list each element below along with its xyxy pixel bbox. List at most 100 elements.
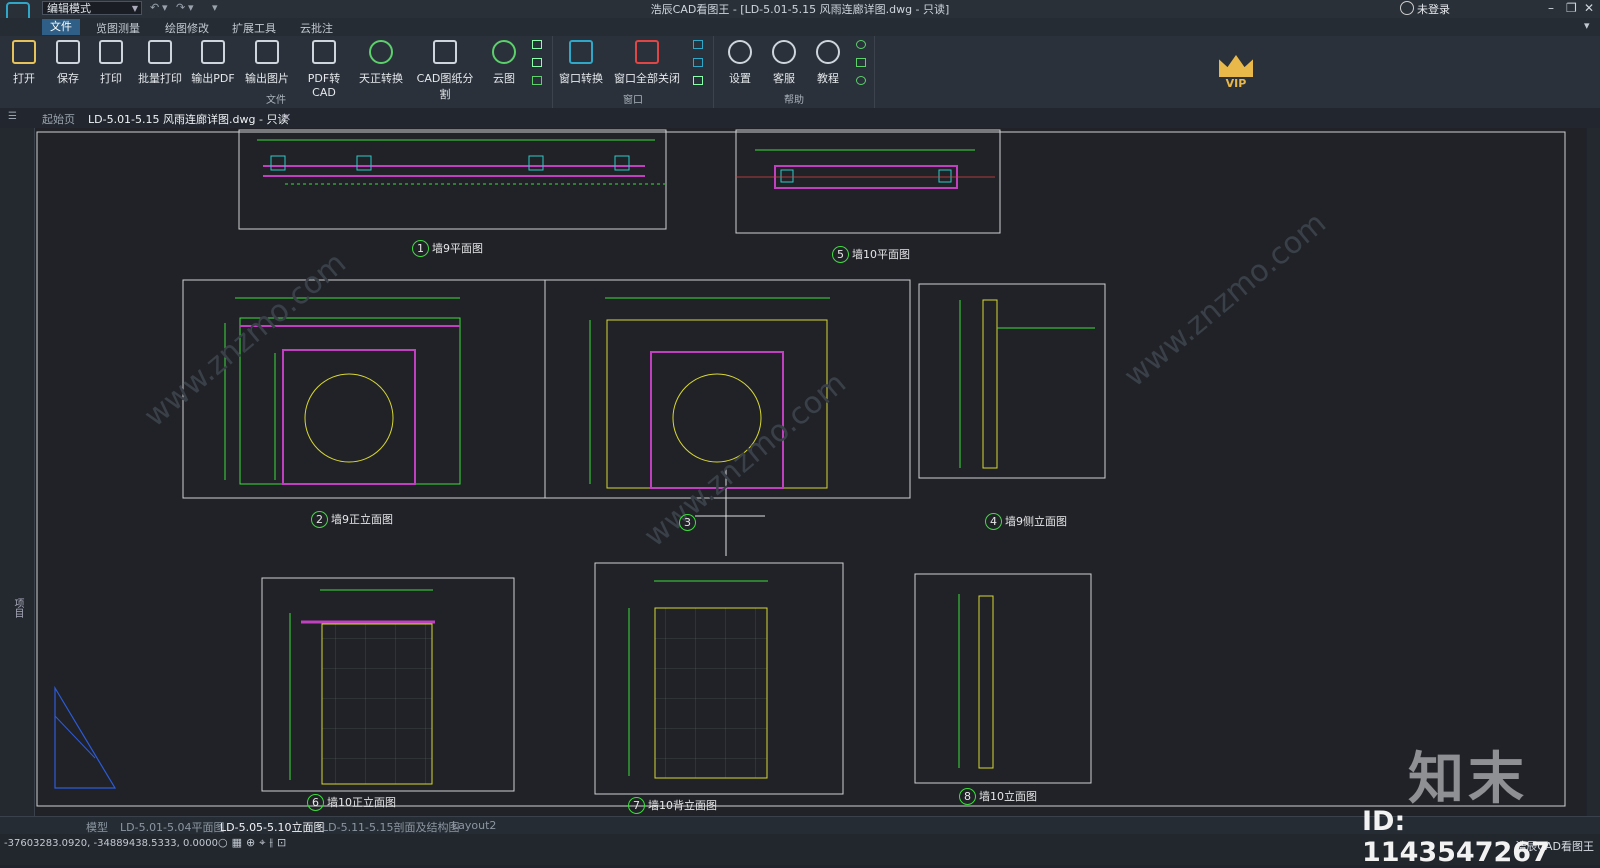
view-number: 1 — [412, 240, 429, 257]
file-small-icon[interactable] — [532, 40, 542, 49]
layout-tabs: 模型 LD-5.01-5.04平面图 LD-5.05-5.10立面图 LD-5.… — [0, 816, 1600, 835]
close-tab-icon[interactable]: ✕ — [282, 111, 291, 124]
view-number: 2 — [311, 511, 328, 528]
pdf-cad-icon — [312, 40, 336, 64]
open-button[interactable]: 打开 — [6, 40, 42, 86]
layout-tab-layout2[interactable]: Layout2 — [452, 819, 496, 832]
help-group-label: 帮助 — [784, 95, 804, 106]
vip-badge[interactable]: VIP — [1217, 55, 1255, 99]
close-window-icon — [635, 40, 659, 64]
support-button[interactable]: 客服 — [766, 40, 802, 86]
view-number: 5 — [832, 246, 849, 263]
vertical-scrollbar[interactable] — [1587, 128, 1600, 836]
print-button[interactable]: 打印 — [93, 40, 129, 86]
settings-label: 设置 — [729, 72, 751, 85]
tab-start-page[interactable]: 起始页 — [42, 111, 75, 127]
cascade-icon[interactable] — [693, 76, 703, 85]
view-title: 墙9正立面图 — [331, 513, 393, 526]
close-all-windows-button[interactable]: 窗口全部关闭 — [611, 40, 683, 86]
export-small-icon[interactable] — [532, 76, 542, 85]
tile-horizontal-icon[interactable] — [693, 58, 703, 67]
save-button[interactable]: 保存 — [50, 40, 86, 86]
menu-extensions[interactable]: 扩展工具 — [232, 20, 276, 36]
minimize-icon[interactable]: – — [1548, 1, 1554, 15]
menu-cloud-annotation[interactable]: 云批注 — [300, 20, 333, 36]
view-caption-7: 7 墙10背立面图 — [628, 797, 717, 814]
view-number: 6 — [307, 794, 324, 811]
export-image-label: 输出图片 — [245, 72, 289, 85]
view-number: 4 — [985, 513, 1002, 530]
view-caption-2: 2 墙9正立面图 — [311, 511, 393, 528]
watermark-diagonal: www.znzmo.com — [1118, 206, 1333, 395]
view-caption-3: 3 — [679, 514, 699, 531]
layout-tab-model[interactable]: 模型 — [86, 819, 108, 835]
cad-drawing: www.znzmo.com www.znzmo.com www.znzmo.co… — [36, 129, 1566, 807]
batch-printer-icon — [148, 40, 172, 64]
tile-vertical-icon[interactable] — [693, 40, 703, 49]
view-title: 墙10正立面图 — [327, 796, 396, 809]
question-icon — [816, 40, 840, 64]
restore-icon[interactable]: ❐ — [1566, 1, 1577, 15]
export-image-button[interactable]: 输出图片 — [243, 40, 291, 86]
view-title: 墙10平面图 — [852, 248, 910, 261]
chevron-down-icon[interactable]: ▾ — [1584, 19, 1590, 32]
crown-icon — [1219, 55, 1253, 77]
watermark-diagonal: www.znzmo.com — [138, 246, 353, 435]
login-label: 未登录 — [1417, 3, 1450, 16]
view-caption-4: 4 墙9侧立面图 — [985, 513, 1067, 530]
export-pdf-button[interactable]: 输出PDF — [191, 40, 235, 86]
tutorial-button[interactable]: 教程 — [810, 40, 846, 86]
view-title: 墙10立面图 — [979, 790, 1037, 803]
view-title: 墙10背立面图 — [648, 799, 717, 812]
status-bar: -37603283.0920, -34889438.5333, 0.0000 ○… — [0, 834, 1600, 865]
vip-label: VIP — [1225, 77, 1247, 90]
document-tabs: ☰ 起始页 LD-5.01-5.15 风雨连廊详图.dwg - 只读 ✕ — [0, 108, 1600, 128]
layout-tab-plan[interactable]: LD-5.01-5.04平面图 — [120, 819, 225, 835]
menu-view-measure[interactable]: 览图测量 — [96, 20, 140, 36]
info-icon[interactable] — [856, 76, 866, 85]
menu-file[interactable]: 文件 — [42, 19, 80, 35]
menu-lines-icon[interactable]: ☰ — [8, 111, 17, 122]
tangent-convert-button[interactable]: 天正转换 — [356, 40, 406, 86]
layout-tab-elevation[interactable]: LD-5.05-5.10立面图 — [220, 819, 325, 835]
cloud-drawing-label: 云图 — [493, 72, 515, 85]
save-icon — [56, 40, 80, 64]
view-number: 3 — [679, 514, 696, 531]
window-switch-label: 窗口转换 — [559, 72, 603, 85]
window-group-label: 窗口 — [623, 95, 643, 106]
view-5-plan — [735, 129, 1001, 234]
status-tool-icons[interactable]: ○▦⊕⌖⫲⊡ — [218, 836, 290, 850]
view-caption-1: 1 墙9平面图 — [412, 240, 483, 257]
tab-active-document[interactable]: LD-5.01-5.15 风雨连廊详图.dwg - 只读 — [88, 111, 288, 127]
view-6-front-elevation — [261, 577, 515, 792]
printer-icon — [99, 40, 123, 64]
cloud-drawing-button[interactable]: 云图 — [486, 40, 522, 86]
menu-draw-modify[interactable]: 绘图修改 — [165, 20, 209, 36]
coordinate-readout: -37603283.0920, -34889438.5333, 0.0000 — [4, 838, 218, 849]
menu-bar: 文件 览图测量 绘图修改 扩展工具 云批注 ▾ — [0, 18, 1600, 36]
file-group: 打开 保存 打印 批量打印 输出PDF 输出图片 PDF转CAD 天正转换 CA… — [0, 36, 553, 108]
cloud-icon — [492, 40, 516, 64]
user-icon — [1400, 1, 1414, 15]
save-label: 保存 — [57, 72, 79, 85]
close-icon[interactable]: ✕ — [1584, 1, 1594, 15]
view-2-elevation — [182, 279, 546, 499]
tangent-convert-label: 天正转换 — [359, 72, 403, 85]
login-button[interactable]: 未登录 — [1400, 1, 1450, 17]
search-icon[interactable] — [856, 40, 866, 49]
view-title: 墙9侧立面图 — [1005, 515, 1067, 528]
drawing-canvas[interactable]: www.znzmo.com www.znzmo.com www.znzmo.co… — [35, 128, 1586, 816]
open-label: 打开 — [13, 72, 35, 85]
settings-button[interactable]: 设置 — [722, 40, 758, 86]
batch-print-button[interactable]: 批量打印 — [135, 40, 185, 86]
layout-tab-section[interactable]: LD-5.11-5.15剖面及结构图 — [322, 819, 460, 835]
layers-small-icon[interactable] — [532, 58, 542, 67]
side-panel-label[interactable]: 项目 — [10, 598, 25, 618]
apps-icon[interactable] — [856, 58, 866, 67]
folder-icon — [12, 40, 36, 64]
convert-icon — [369, 40, 393, 64]
pdf-icon — [201, 40, 225, 64]
view-7-back-elevation — [594, 562, 844, 795]
view-4-side-elevation — [918, 283, 1106, 479]
window-switch-button[interactable]: 窗口转换 — [557, 40, 605, 86]
